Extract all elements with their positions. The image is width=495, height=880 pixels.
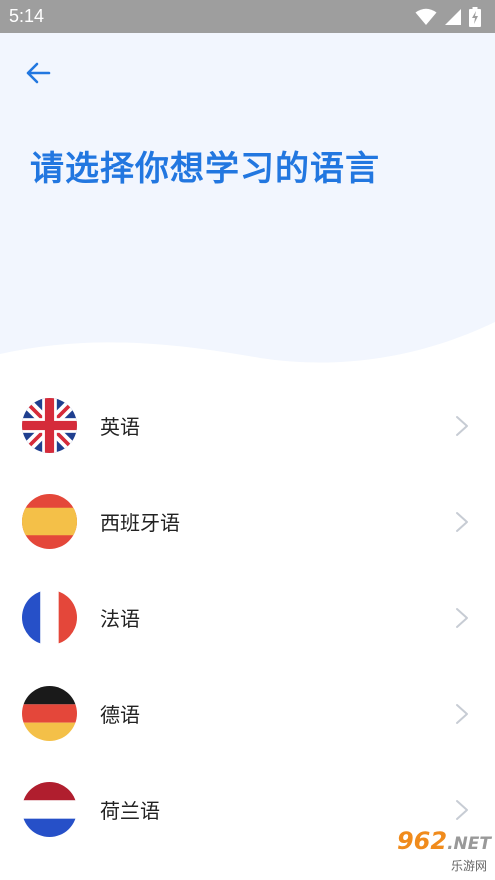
watermark-logo: 962.NET 乐游网	[357, 828, 491, 876]
watermark-bottom: 乐游网	[446, 857, 491, 874]
germany-flag-icon	[22, 685, 77, 741]
arrow-left-icon	[26, 62, 51, 84]
language-item-english[interactable]: 英语	[0, 377, 495, 473]
language-list: 英语 西班牙语 法语 德语 荷兰语	[0, 377, 495, 857]
battery-charging-icon	[469, 6, 481, 27]
page-title: 请选择你想学习的语言	[30, 149, 380, 189]
netherlands-flag-icon	[22, 781, 77, 837]
watermark-number: 962	[396, 827, 448, 855]
language-label: 西班牙语	[100, 510, 180, 535]
chevron-right-icon	[456, 800, 468, 820]
spain-flag-icon	[22, 493, 77, 549]
language-item-german[interactable]: 德语	[0, 665, 495, 761]
chevron-right-icon	[456, 512, 468, 532]
chevron-right-icon	[456, 608, 468, 628]
header: 请选择你想学习的语言	[0, 33, 495, 378]
status-time: 5:14	[9, 6, 45, 26]
status-bar: 5:14	[0, 0, 495, 33]
language-item-french[interactable]: 法语	[0, 569, 495, 665]
france-flag-icon	[22, 589, 77, 645]
status-icons	[415, 6, 481, 27]
watermark-top: 962.NET	[397, 828, 491, 857]
wifi-icon	[415, 8, 437, 25]
back-button[interactable]	[20, 55, 56, 91]
language-label: 英语	[100, 414, 140, 439]
language-label: 荷兰语	[100, 798, 160, 823]
language-item-spanish[interactable]: 西班牙语	[0, 473, 495, 569]
language-label: 德语	[100, 702, 140, 727]
chevron-right-icon	[456, 704, 468, 724]
uk-flag-icon	[22, 397, 77, 453]
header-wave	[0, 322, 495, 378]
chevron-right-icon	[456, 416, 468, 436]
language-label: 法语	[100, 606, 140, 631]
watermark-suffix: .NET	[447, 834, 491, 854]
signal-icon	[445, 8, 461, 25]
